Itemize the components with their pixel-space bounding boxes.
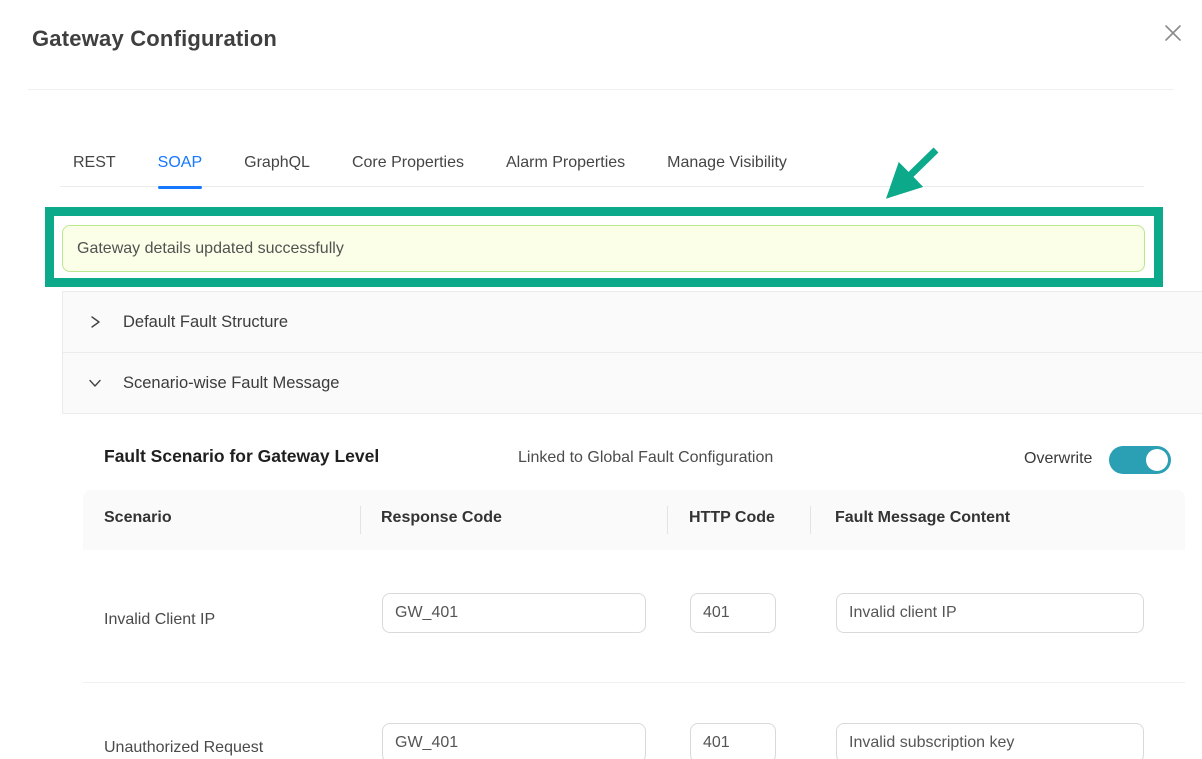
- fault-scenario-section-title: Fault Scenario for Gateway Level: [104, 446, 379, 467]
- accordion-label: Scenario-wise Fault Message: [123, 374, 339, 393]
- http-code-input[interactable]: [690, 593, 776, 633]
- chevron-right-icon: [87, 314, 103, 330]
- table-row-divider: [83, 682, 1185, 683]
- column-header-http-code: HTTP Code: [689, 509, 775, 527]
- fault-collapse: Default Fault Structure Scenario-wise Fa…: [62, 291, 1202, 414]
- gateway-configuration-dialog: Gateway Configuration REST SOAP GraphQL …: [0, 0, 1202, 759]
- accordion-scenario-wise-fault-message[interactable]: Scenario-wise Fault Message: [62, 352, 1202, 414]
- success-alert-message: Gateway details updated successfully: [77, 240, 344, 258]
- column-header-fault-message-content: Fault Message Content: [835, 509, 1010, 527]
- close-icon[interactable]: [1158, 18, 1188, 48]
- fault-message-input[interactable]: [836, 723, 1144, 759]
- scenario-label-invalid-client-ip: Invalid Client IP: [104, 611, 215, 629]
- accordion-label: Default Fault Structure: [123, 313, 288, 332]
- tab-bar: REST SOAP GraphQL Core Properties Alarm …: [60, 139, 1144, 187]
- fault-message-input[interactable]: [836, 593, 1144, 633]
- column-header-response-code: Response Code: [381, 509, 502, 527]
- scenario-label-unauthorized-request: Unauthorized Request: [104, 739, 263, 757]
- column-divider: [360, 506, 361, 534]
- tab-core-properties[interactable]: Core Properties: [352, 139, 464, 187]
- column-divider: [667, 506, 668, 534]
- tab-graphql[interactable]: GraphQL: [244, 139, 310, 187]
- tab-rest[interactable]: REST: [73, 139, 116, 187]
- tab-soap[interactable]: SOAP: [158, 139, 202, 187]
- page-title: Gateway Configuration: [32, 26, 277, 52]
- success-alert: Gateway details updated successfully: [62, 225, 1145, 272]
- overwrite-label: Overwrite: [1024, 450, 1092, 468]
- response-code-input[interactable]: [382, 723, 646, 759]
- linked-global-fault-text: Linked to Global Fault Configuration: [518, 449, 773, 467]
- header-divider: [28, 89, 1174, 90]
- toggle-knob: [1146, 449, 1168, 471]
- chevron-down-icon: [87, 375, 103, 391]
- column-header-scenario: Scenario: [104, 509, 172, 527]
- tab-alarm-properties[interactable]: Alarm Properties: [506, 139, 625, 187]
- accordion-default-fault-structure[interactable]: Default Fault Structure: [62, 291, 1202, 352]
- tab-manage-visibility[interactable]: Manage Visibility: [667, 139, 787, 187]
- http-code-input[interactable]: [690, 723, 776, 759]
- fault-table-header: Scenario Response Code HTTP Code Fault M…: [83, 490, 1185, 550]
- column-divider: [810, 506, 811, 534]
- overwrite-toggle[interactable]: [1109, 446, 1171, 474]
- response-code-input[interactable]: [382, 593, 646, 633]
